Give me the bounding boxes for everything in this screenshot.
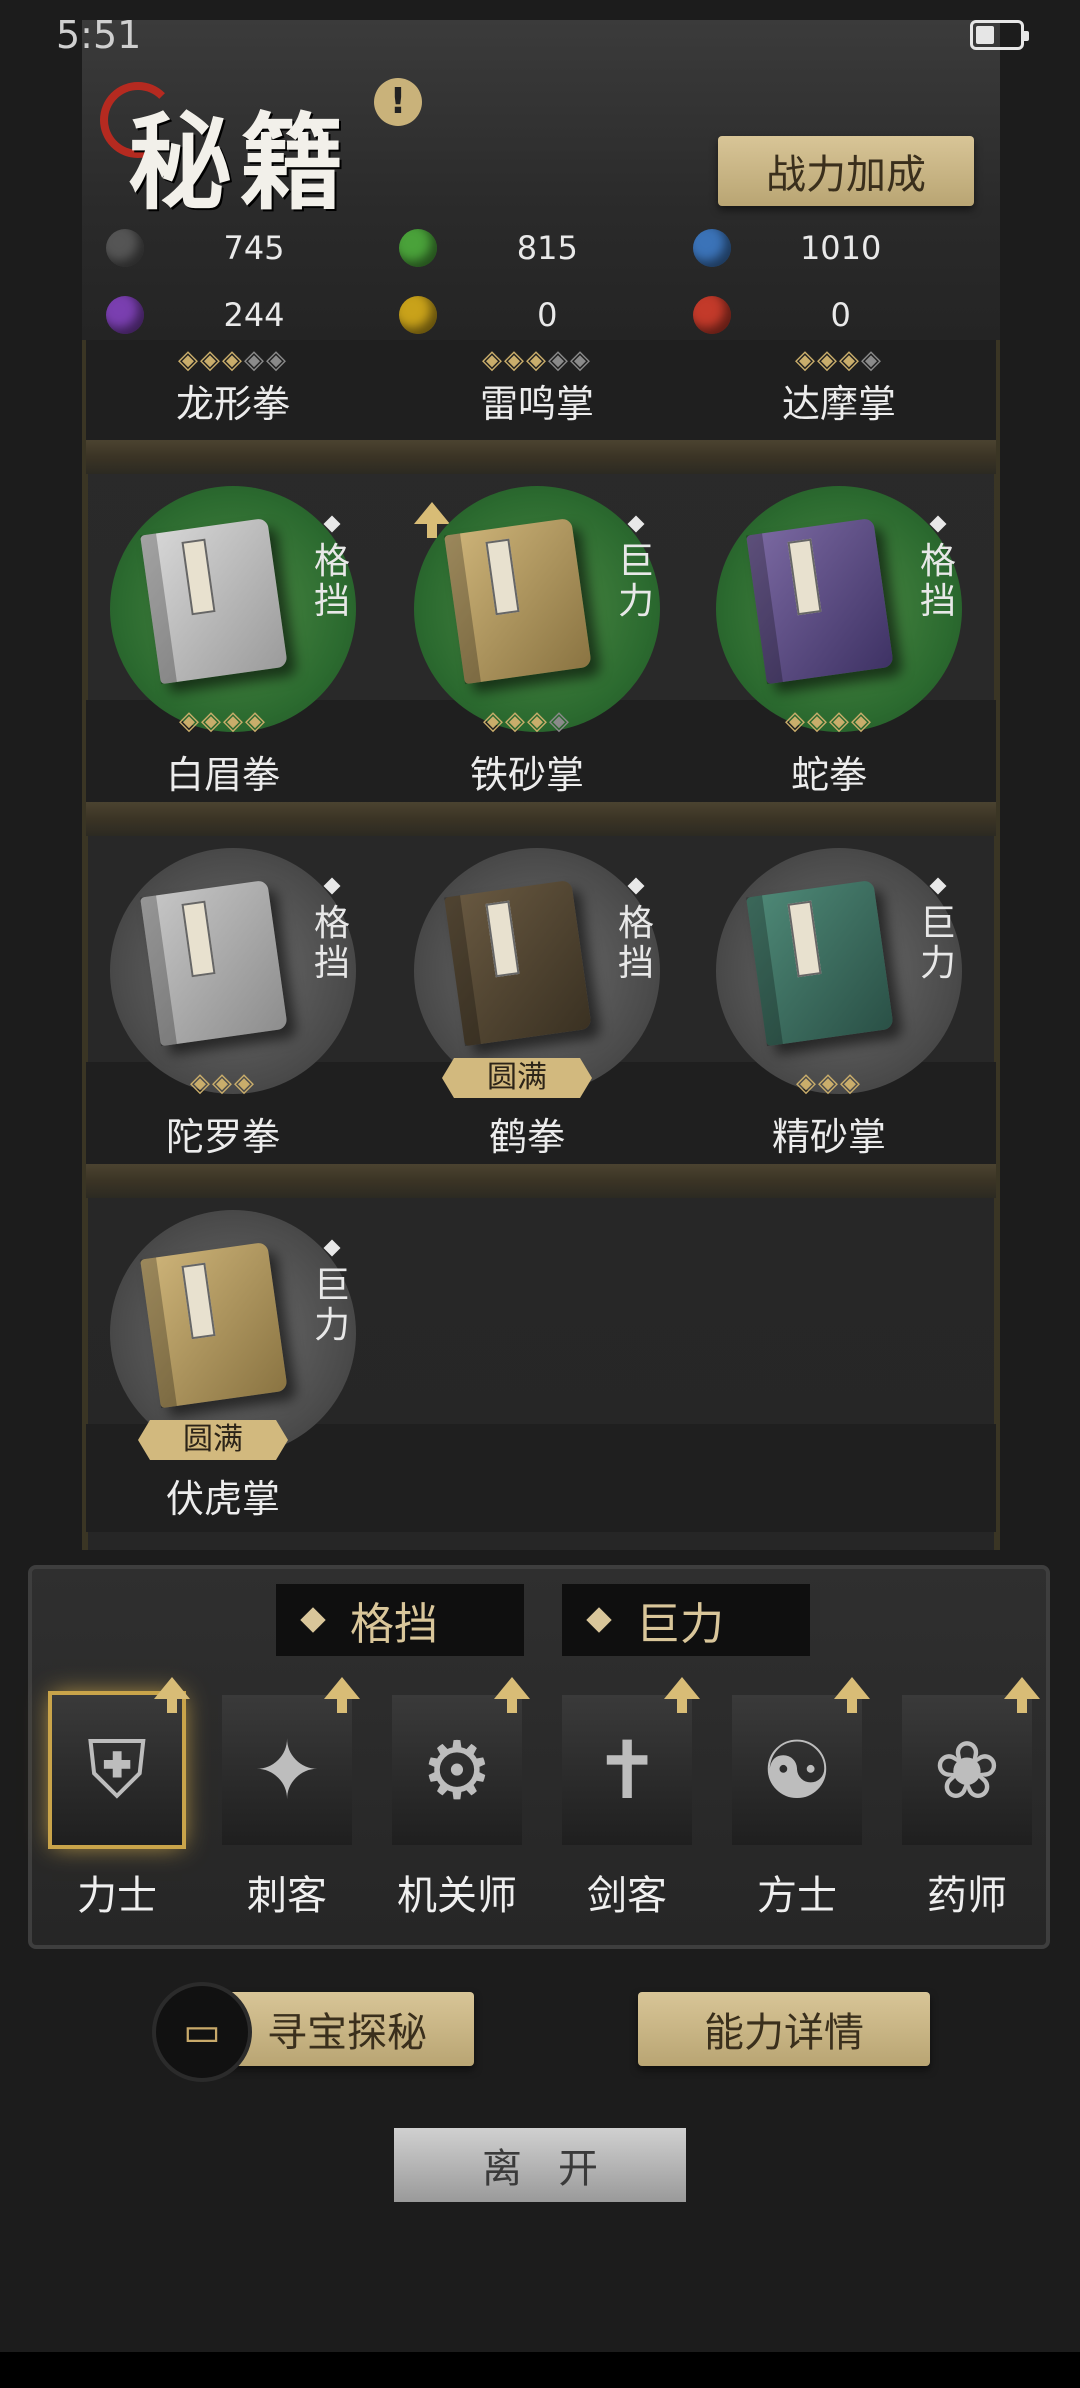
book-tag: 格挡 — [312, 877, 352, 984]
book-name: 鹤拳 — [488, 1115, 565, 1159]
filter-strength-button[interactable]: 巨力 — [562, 1584, 810, 1656]
book-name: 龙形拳 — [175, 382, 290, 426]
resource-item: 815 — [393, 218, 686, 278]
status-bar: 5:51 — [0, 0, 1080, 70]
book-name: 蛇拳 — [790, 753, 867, 797]
book-icon — [444, 517, 592, 685]
book-item[interactable]: 格挡 ◈◈◈ 陀罗拳 — [90, 848, 356, 1168]
class-tab-fangshi[interactable]: ☯ 方士 — [722, 1677, 872, 1919]
system-nav-bar — [0, 2352, 1080, 2388]
book-name: 雷鸣掌 — [479, 382, 594, 426]
green-orb-icon — [399, 229, 438, 267]
info-alert-icon[interactable]: ! — [374, 78, 422, 126]
class-tab-yaoshi[interactable]: ❀ 药师 — [892, 1677, 1042, 1919]
treasure-chest-icon[interactable]: ▭ — [152, 1982, 252, 2082]
purple-orb-icon — [106, 296, 144, 334]
class-tab-jianke[interactable]: ✝ 剑客 — [552, 1677, 702, 1919]
shelf-divider — [86, 440, 996, 474]
book-item[interactable]: 巨力 ◈◈◈◈ 铁砂掌 — [394, 486, 660, 806]
resource-item: 0 — [687, 285, 980, 345]
maxed-badge: 圆满 — [442, 1058, 592, 1098]
upgrade-arrow-icon — [664, 1677, 700, 1713]
blue-orb-icon — [692, 229, 731, 267]
book-name: 达摩掌 — [781, 382, 896, 426]
sword-icon: ✝ — [562, 1695, 692, 1845]
treasure-hunt-button[interactable]: 寻宝探秘 — [220, 1992, 474, 2066]
book-item[interactable]: ◈◈◈◈ 达摩掌 — [706, 345, 972, 426]
book-item[interactable]: ◈◈◈◈◈ 龙形拳 — [100, 345, 366, 426]
book-item[interactable]: ◈◈◈◈◈ 雷鸣掌 — [404, 345, 670, 426]
book-name: 伏虎掌 — [165, 1477, 280, 1521]
herb-icon: ❀ — [902, 1695, 1032, 1845]
clock: 5:51 — [56, 13, 142, 57]
page-title: 秘籍 — [128, 101, 353, 224]
upgrade-arrow-icon — [494, 1677, 530, 1713]
book-name: 白眉拳 — [165, 753, 280, 797]
resource-row-1: 745 815 1010 — [100, 218, 980, 278]
ability-details-button[interactable]: 能力详情 — [638, 1992, 930, 2066]
star-rating: ◈◈◈◈ — [179, 706, 267, 736]
diamond-icon — [300, 1607, 326, 1633]
book-tag: 巨力 — [918, 877, 958, 984]
blade-icon: ✦ — [222, 1695, 352, 1845]
upgrade-arrow-icon — [834, 1677, 870, 1713]
book-icon — [746, 879, 894, 1047]
resource-item: 1010 — [687, 218, 980, 278]
yellow-orb-icon — [399, 296, 438, 334]
book-name: 陀罗拳 — [165, 1115, 280, 1159]
resource-item: 745 — [100, 218, 393, 278]
book-item[interactable]: 巨力 ◈◈◈ 精砂掌 — [696, 848, 962, 1168]
maxed-badge: 圆满 — [138, 1420, 288, 1460]
book-item[interactable]: 格挡 圆满 鹤拳 — [394, 848, 660, 1168]
book-tag: 巨力 — [616, 515, 656, 622]
resource-item: 244 — [100, 285, 393, 345]
class-tab-cike[interactable]: ✦ 刺客 — [212, 1677, 362, 1919]
shield-icon: ⛨ — [52, 1695, 182, 1845]
diamond-icon — [586, 1607, 612, 1633]
book-icon — [444, 879, 592, 1047]
book-name: 精砂掌 — [771, 1115, 886, 1159]
star-rating: ◈◈◈◈ — [785, 706, 873, 736]
book-name: 铁砂掌 — [469, 753, 584, 797]
book-item[interactable]: 巨力 圆满 伏虎掌 — [90, 1210, 356, 1530]
shelf-divider — [86, 802, 996, 836]
leave-button[interactable]: 离开 — [394, 2128, 686, 2202]
book-item[interactable]: 格挡 ◈◈◈◈ 蛇拳 — [696, 486, 962, 806]
book-tag: 格挡 — [312, 515, 352, 622]
star-rating: ◈◈◈ — [796, 1068, 862, 1098]
red-orb-icon — [692, 296, 731, 334]
shelf-divider — [86, 1164, 996, 1198]
filter-block-button[interactable]: 格挡 — [276, 1584, 524, 1656]
book-tag: 巨力 — [312, 1239, 352, 1346]
yin-yang-icon: ☯ — [732, 1695, 862, 1845]
resource-item: 0 — [393, 285, 686, 345]
upgrade-arrow-icon — [324, 1677, 360, 1713]
book-icon — [140, 1241, 288, 1409]
power-bonus-button[interactable]: 战力加成 — [718, 136, 974, 206]
book-icon — [140, 879, 288, 1047]
book-icon — [140, 517, 288, 685]
black-orb-icon — [106, 229, 144, 267]
upgrade-arrow-icon — [1004, 1677, 1040, 1713]
class-tab-jiguanshi[interactable]: ⚙ 机关师 — [382, 1677, 532, 1919]
star-rating: ◈◈◈◈ — [483, 706, 571, 736]
star-rating: ◈◈◈ — [190, 1068, 256, 1098]
class-tab-lishi[interactable]: ⛨ 力士 — [42, 1677, 192, 1919]
resource-row-2: 244 0 0 — [100, 285, 980, 345]
gear-icon: ⚙ — [392, 1695, 522, 1845]
book-tag: 格挡 — [616, 877, 656, 984]
book-tag: 格挡 — [918, 515, 958, 622]
book-icon — [746, 517, 894, 685]
battery-icon — [970, 20, 1029, 50]
book-item[interactable]: 格挡 ◈◈◈◈ 白眉拳 — [90, 486, 356, 806]
upgrade-arrow-icon — [154, 1677, 190, 1713]
